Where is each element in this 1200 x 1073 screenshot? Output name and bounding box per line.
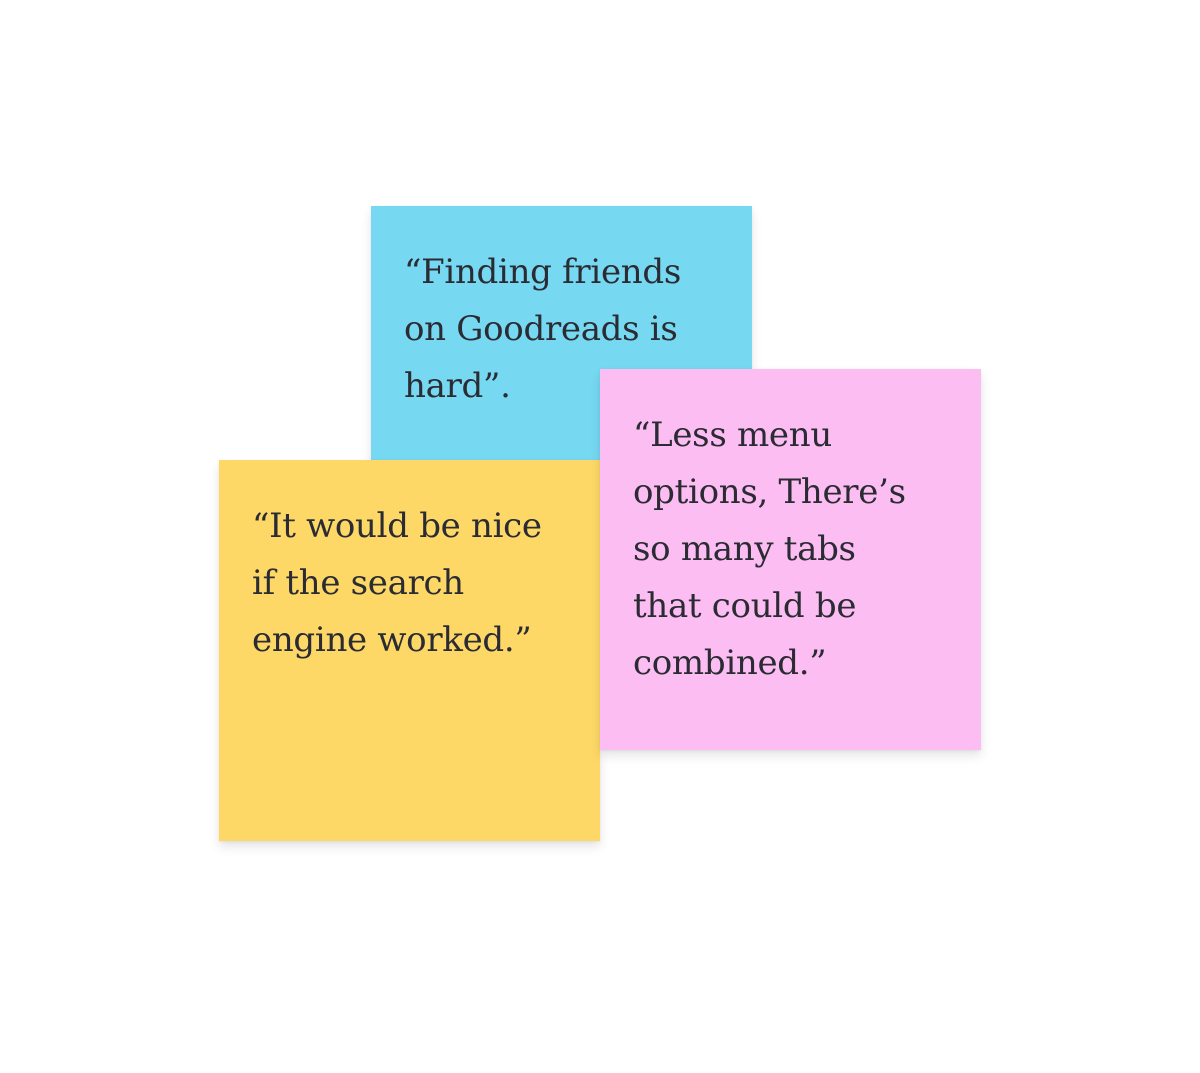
sticky-note-yellow: “It would be nice if the search engine w… [219,460,600,841]
sticky-note-pink: “Less menu options, There’s so many tabs… [600,369,981,750]
sticky-note-line: if the search [252,563,464,603]
sticky-note-line: “Less menu [633,415,832,455]
sticky-note-line: on Goodreads is [404,309,678,349]
sticky-note-line: so many tabs [633,529,856,569]
sticky-note-line: options, There’s [633,472,906,512]
sticky-note-board: “Finding friends on Goodreads is hard”. … [0,0,1200,1073]
sticky-note-line: “It would be nice [252,506,542,546]
sticky-note-line: “Finding friends [404,252,681,292]
sticky-note-line: that could be [633,586,857,626]
sticky-note-line: engine worked.” [252,620,532,660]
sticky-note-line: combined.” [633,643,827,683]
